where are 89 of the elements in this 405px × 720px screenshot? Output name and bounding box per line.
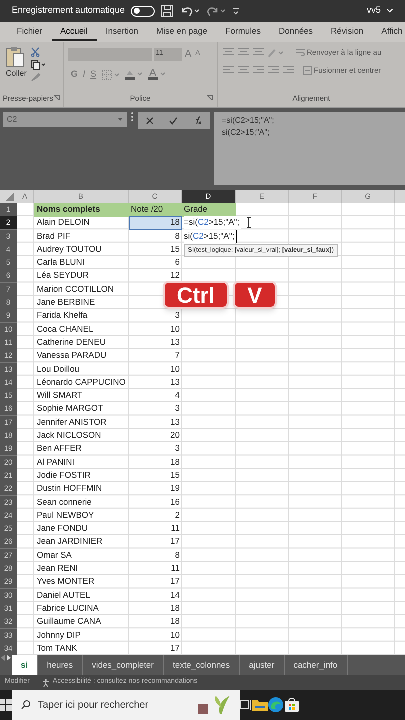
table-cell-text: Jane FONDU <box>36 522 90 536</box>
table-cell-text: 11 <box>170 522 181 536</box>
ribbon-tab[interactable]: Fichier <box>8 23 52 41</box>
table-cell-text: 10 <box>170 322 181 336</box>
table-cell-text: Paul NEWBOY <box>36 508 96 522</box>
ribbon-tab[interactable]: Mise en page <box>148 23 217 41</box>
table-cell-text: Johnny DIP <box>36 628 82 642</box>
table-cell-text: Tom TANK <box>36 642 78 655</box>
table-cell-text: 12 <box>170 269 181 282</box>
table-cell-text: 13 <box>170 416 181 429</box>
table-cell-text: 2 <box>174 508 181 522</box>
table-cell-text: 8 <box>174 230 181 243</box>
table-cell: Grade <box>182 203 236 217</box>
table-cell-text: Catherine DENEU <box>36 336 107 349</box>
table-cell-text: 17 <box>170 535 181 548</box>
table-cell-text: Farida Khelfa <box>36 309 89 322</box>
table-cell-text: 3 <box>174 442 181 456</box>
table-cell-text: Jane BERBINE <box>36 296 96 310</box>
ribbon-tab[interactable]: Révision <box>322 23 373 41</box>
table-cell: 18 <box>129 216 182 230</box>
formula-text: =si(C2>15;"A"; <box>184 216 241 230</box>
table-cell-text: Marion CCOTILLON <box>36 282 115 296</box>
table-cell-text: 7 <box>174 349 181 362</box>
table-cell-text: Dustin HOFFMIN <box>36 482 104 496</box>
ribbon-tab[interactable]: Formules <box>216 23 270 41</box>
table-cell-text: Yves MONTER <box>36 575 96 588</box>
key-cap: V <box>233 281 277 309</box>
table-cell-text: 18 <box>170 456 181 469</box>
ribbon-tab[interactable]: Données <box>270 23 322 41</box>
table-cell-text: Omar SA <box>36 548 73 562</box>
table-cell-text: 4 <box>174 389 181 402</box>
table-cell-text: 11 <box>170 562 181 576</box>
table-cell-text: Guillaume CANA <box>36 615 102 628</box>
table-cell-text: Léa SEYDUR <box>36 269 90 282</box>
sheet-tab[interactable]: si <box>12 655 38 675</box>
table-cell-text: 10 <box>170 362 181 376</box>
table-cell-text: 17 <box>170 642 181 655</box>
table-cell-text: Audrey TOUTOU <box>36 242 103 256</box>
underline-button[interactable]: S <box>90 68 97 82</box>
table-cell-text: 13 <box>170 336 181 349</box>
table-cell-text: 6 <box>174 256 181 270</box>
table-cell-text: Lou Doillou <box>36 362 81 376</box>
name-box[interactable]: C2 <box>3 112 127 127</box>
table-cell-text: Sean connerie <box>36 496 93 509</box>
table-cell-text: Jennifer ANISTOR <box>36 416 108 429</box>
table-cell-text: 17 <box>170 575 181 588</box>
table-cell-text: 15 <box>170 242 181 256</box>
table-cell-text: 16 <box>170 496 181 509</box>
table-cell-text: Daniel AUTEL <box>36 588 92 602</box>
table-cell-text: Coca CHANEL <box>36 322 95 336</box>
bold-button[interactable]: G <box>71 68 78 82</box>
table-cell-text: Jean RENI <box>36 562 80 576</box>
table-cell-text: 3 <box>174 309 181 322</box>
table-cell-text: Vanessa PARADU <box>36 349 108 362</box>
grow-font-button[interactable]: A <box>184 47 193 62</box>
table-cell: Note /20 <box>129 203 182 217</box>
ribbon-tab[interactable]: Affich <box>372 23 405 41</box>
table-cell-text: 10 <box>170 628 181 642</box>
key-cap: Ctrl <box>163 281 229 309</box>
table-cell-text: 8 <box>174 548 181 562</box>
formula-text: si(C2>15;"A"; <box>184 230 237 243</box>
italic-button[interactable]: I <box>83 68 86 82</box>
table-cell-text: Alain DELOIN <box>36 216 91 230</box>
table-cell-text: 13 <box>170 376 181 389</box>
table-cell-text: Al PANINI <box>36 456 76 469</box>
search-field[interactable]: Taper ici pour rechercher <box>12 690 240 720</box>
table-cell-text: Jodie FOSTIR <box>36 468 92 482</box>
table-cell-text: Ben AFFER <box>36 442 83 456</box>
table-cell-text: 20 <box>170 429 181 442</box>
table-cell-text: Fabrice LUCINA <box>36 602 100 615</box>
table-cell-text: Brad PIF <box>36 230 72 243</box>
table-cell-text: 14 <box>170 588 181 602</box>
table-cell-text: Jean JARDINIER <box>36 535 104 548</box>
table-cell-text: 15 <box>170 468 181 482</box>
file-name[interactable]: vv5 <box>366 4 381 18</box>
table-cell-text: Léonardo CAPPUCINO <box>36 376 127 389</box>
table-cell: Noms complets <box>34 203 129 217</box>
table-cell-text: 19 <box>170 482 181 496</box>
formula-field[interactable]: =si(C2>15;"A"; si(C2>15;"A"; <box>214 112 405 185</box>
table-cell-text: 18 <box>170 615 181 628</box>
table-cell-text: 18 <box>170 602 181 615</box>
autosave-label: Enregistrement automatique <box>12 4 126 18</box>
paste-button[interactable]: Coller <box>6 46 27 80</box>
table-cell-text: 3 <box>174 402 181 416</box>
table-cell-text: Will SMART <box>36 389 84 402</box>
table-cell-text: Sophie MARGOT <box>36 402 104 416</box>
table-cell-text: Carla BLUNI <box>36 256 86 270</box>
ribbon-tab[interactable]: Insertion <box>96 23 148 41</box>
table-cell-text: Jack NICLOSON <box>36 429 102 442</box>
